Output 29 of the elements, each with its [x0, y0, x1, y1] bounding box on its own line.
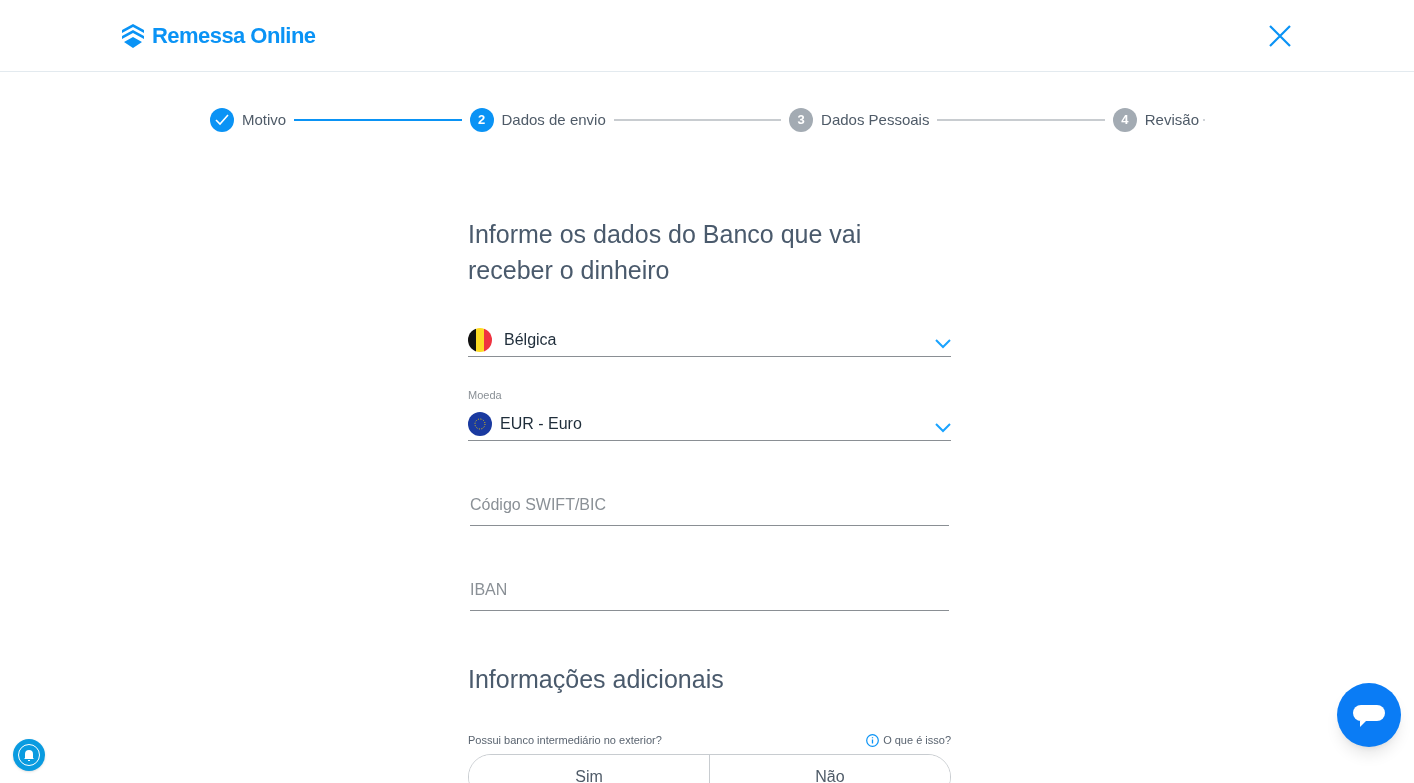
currency-select[interactable]: EUR - Euro — [468, 411, 951, 441]
close-icon — [1268, 23, 1292, 48]
notification-button[interactable] — [13, 739, 45, 771]
swift-input[interactable]: Código SWIFT/BIC — [470, 492, 949, 526]
country-select[interactable]: Bélgica — [468, 328, 951, 357]
logo-text: Remessa Online — [152, 22, 316, 50]
info-icon — [866, 733, 880, 747]
question-label: Possui banco intermediário no exterior? — [468, 733, 662, 748]
chevron-down-icon — [935, 339, 951, 349]
step-label: Motivo — [242, 109, 287, 130]
step-label: Dados de envio — [501, 109, 606, 130]
bell-icon — [17, 743, 41, 767]
section-heading: Informações adicionais — [468, 663, 725, 695]
chat-button[interactable] — [1337, 683, 1401, 747]
currency-label: Moeda — [468, 388, 503, 403]
belgium-flag-icon — [468, 328, 492, 352]
check-icon — [215, 114, 229, 126]
step-marker: 3 — [789, 108, 814, 132]
option-button[interactable]: Não — [709, 754, 950, 783]
step-label: Revisão — [1144, 109, 1199, 130]
step-marker: 2 — [469, 108, 494, 132]
step-marker: 4 — [1112, 108, 1137, 132]
logo-icon — [122, 23, 144, 48]
step-label: Dados Pessoais — [821, 109, 930, 130]
chevron-down-icon — [935, 422, 951, 433]
form-heading: Informe os dados do Banco que vai receber o dinheiro — [468, 219, 863, 286]
help-link[interactable]: O que é isso? — [866, 732, 951, 749]
iban-input[interactable]: IBAN — [470, 577, 949, 611]
eu-flag-icon — [468, 411, 492, 436]
